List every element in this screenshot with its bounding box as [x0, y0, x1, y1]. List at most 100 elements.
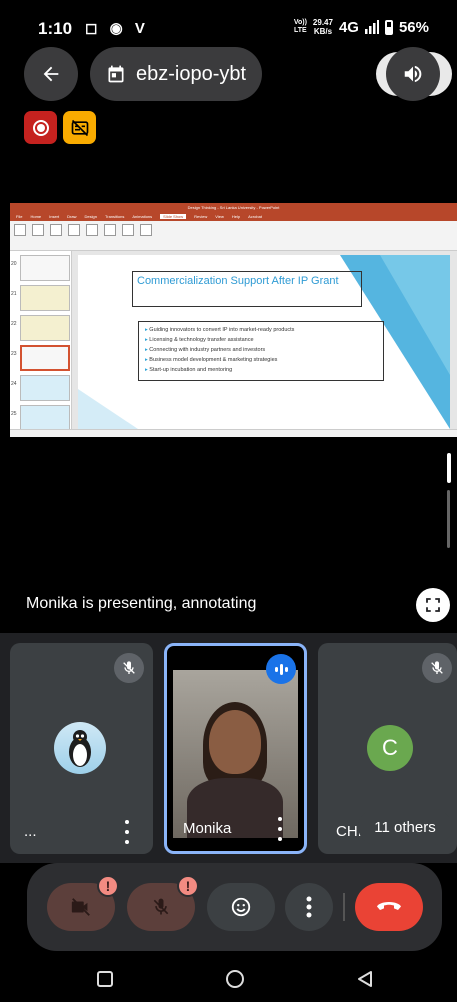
slide-thumbnail [20, 315, 70, 341]
end-call-button[interactable] [355, 883, 423, 931]
volte-top: Vo)) [293, 19, 307, 26]
volte-bottom: LTE [294, 27, 307, 34]
ppt-tab: Insert [49, 214, 60, 219]
ppt-tab: Acrobat [248, 214, 262, 219]
scrollbar-track[interactable] [447, 490, 450, 548]
home-button[interactable] [224, 968, 246, 990]
ppt-tab: Help [231, 214, 241, 219]
slide-thumbnail [20, 285, 70, 311]
presenting-status: Monika is presenting, annotating [26, 595, 257, 612]
slide-thumbnail [20, 375, 70, 401]
slide-bullet: Start-up incubation and mentoring [145, 365, 377, 375]
participant-menu-button[interactable] [121, 820, 133, 844]
volte-indicator: Vo)) LTE [294, 19, 307, 35]
more-options-button[interactable] [285, 883, 333, 931]
fullscreen-icon [426, 598, 440, 612]
home-icon [226, 970, 244, 988]
thumb-number: 24 [11, 381, 17, 387]
participant-name: Monika [183, 820, 232, 837]
slide-bullet: Guiding innovators to convert IP into ma… [145, 325, 377, 335]
record-icon [32, 119, 49, 136]
speaking-indicator [266, 654, 296, 684]
status-time: 1:10 [38, 19, 73, 38]
slide-bullet: Business model development & marketing s… [145, 355, 377, 365]
reactions-button[interactable] [207, 883, 275, 931]
emoji-icon [231, 897, 251, 917]
ppt-ribbon [10, 221, 457, 251]
captions-off-indicator[interactable] [63, 111, 96, 144]
ribbon-button [50, 224, 62, 236]
muted-indicator [422, 653, 452, 683]
participant-tile-active[interactable]: Monika [164, 643, 307, 854]
ribbon-button [122, 224, 134, 236]
ribbon-button [32, 224, 44, 236]
slide-bullets: Guiding innovators to convert IP into ma… [138, 321, 384, 381]
ppt-tab: File [16, 214, 23, 219]
shared-screen[interactable]: Design Thinking - Sri Lanka University -… [10, 203, 457, 437]
back-triangle-icon [358, 971, 372, 987]
camera-toggle-button[interactable]: ! [47, 875, 119, 931]
ppt-tab-active: Slide Show [160, 214, 187, 219]
more-vert-icon [306, 896, 312, 918]
current-slide: Commercialization Support After IP Grant… [78, 255, 450, 429]
status-bar: 1:10 ◻ ◉ V Vo)) LTE 29.47 KB/s 4G 56% [0, 0, 457, 54]
participant-menu-button[interactable] [274, 817, 286, 841]
mic-alert-badge: ! [177, 875, 199, 897]
speed-unit: KB/s [313, 27, 333, 36]
recents-icon [97, 971, 113, 987]
battery-icon [384, 19, 393, 35]
others-button[interactable]: 11 others [358, 809, 452, 845]
mic-toggle-button[interactable]: ! [127, 875, 199, 931]
ribbon-button [140, 224, 152, 236]
recording-indicator[interactable] [24, 111, 57, 144]
recents-button[interactable] [94, 968, 116, 990]
mic-off-icon [153, 898, 169, 915]
slide-bullet: Licensing & technology transfer assistan… [145, 335, 377, 345]
scrollbar-thumb[interactable] [447, 453, 451, 483]
thumb-number: 20 [11, 261, 17, 267]
ppt-tab: View [215, 214, 224, 219]
thumb-number: 22 [11, 321, 17, 327]
ppt-titlebar: Design Thinking - Sri Lanka University -… [10, 203, 457, 212]
call-end-icon [377, 902, 401, 910]
captions-off-icon [71, 119, 88, 136]
calendar-icon [108, 65, 124, 83]
slide-title: Commercialization Support After IP Grant [137, 275, 339, 287]
slide-thumbnail [20, 255, 70, 281]
ppt-tab: Home [30, 214, 42, 219]
ppt-statusbar [10, 429, 457, 437]
back-nav-button[interactable] [354, 968, 376, 990]
battery-percent: 56% [398, 18, 429, 36]
ppt-tab: Review [194, 214, 208, 219]
avatar [54, 722, 106, 774]
participant-name: ... [24, 823, 37, 840]
meeting-code: ebz-iopo-ybt [136, 62, 247, 85]
slide-thumbnails: 20 21 22 23 24 25 [10, 251, 72, 431]
thumb-number: 21 [11, 291, 17, 297]
ribbon-button [104, 224, 116, 236]
system-navigation-bar [0, 954, 457, 1002]
speaker-icon [404, 65, 422, 83]
notification-icons: ◻ ◉ V [85, 20, 149, 37]
audio-output-button[interactable] [386, 47, 440, 101]
signal-icon [364, 20, 379, 34]
participant-video [173, 670, 298, 838]
back-button[interactable] [24, 47, 78, 101]
status-right: Vo)) LTE 29.47 KB/s 4G 56% [294, 18, 429, 36]
penguin-icon [69, 730, 91, 767]
fullscreen-button[interactable] [416, 588, 450, 622]
controls-divider [343, 893, 345, 921]
call-controls: ! ! [27, 863, 442, 951]
slide-thumbnail-selected [20, 345, 70, 371]
ppt-tab: Animations [132, 214, 153, 219]
camera-alert-badge: ! [97, 875, 119, 897]
meeting-info-button[interactable]: ebz-iopo-ybt [90, 47, 262, 101]
ppt-ribbon-tabs: File Home Insert Draw Design Transitions… [10, 212, 457, 221]
muted-indicator [114, 653, 144, 683]
participant-tile[interactable]: ... [10, 643, 153, 854]
ppt-window-title: Design Thinking - Sri Lanka University -… [187, 205, 280, 210]
ppt-tab: Transitions [104, 214, 125, 219]
avatar: C [367, 725, 413, 771]
slide-decoration [78, 389, 138, 429]
ppt-tab: Design [84, 214, 97, 219]
